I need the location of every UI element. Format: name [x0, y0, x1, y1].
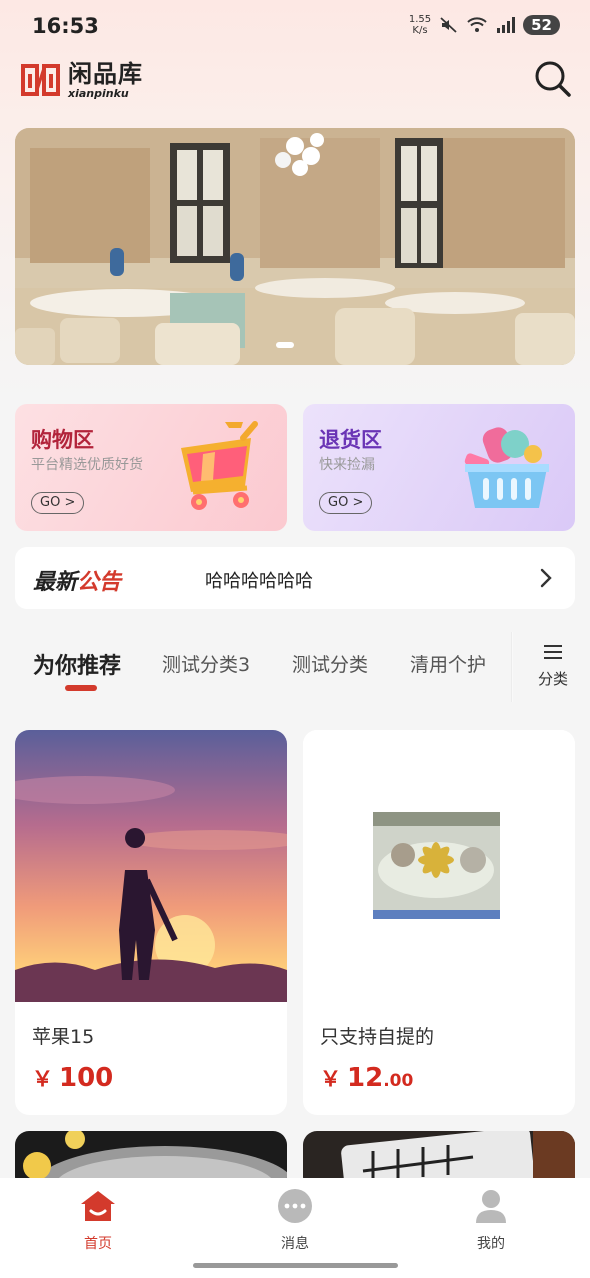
tab-recommended[interactable]: 为你推荐 — [33, 648, 121, 680]
announcement-bar[interactable]: 最新公告 哈哈哈哈哈哈 — [15, 547, 575, 609]
mute-icon — [440, 17, 457, 33]
announcement-title: 最新公告 — [33, 564, 121, 596]
chevron-right-icon — [540, 568, 552, 588]
banner-carousel[interactable] — [15, 128, 575, 365]
return-zone-card[interactable]: 退货区 快来捡漏 GO > — [303, 404, 575, 531]
category-menu-button[interactable]: 分类 — [527, 638, 579, 698]
shopping-zone-go-button[interactable]: GO > — [31, 492, 85, 514]
shopping-zone-subtitle: 平台精选优质好货 — [31, 457, 143, 473]
tab-test-category[interactable]: 测试分类 — [292, 650, 368, 677]
category-menu-label: 分类 — [537, 670, 568, 688]
nav-profile[interactable]: 我的 — [441, 1188, 541, 1253]
price-currency: ￥ — [32, 1067, 53, 1091]
home-icon — [81, 1191, 115, 1221]
nav-profile-label: 我的 — [477, 1236, 505, 1252]
product-price: ￥ 12.00 — [320, 1063, 413, 1093]
net-speed-value: 1.55 — [408, 14, 432, 25]
nav-home-label: 首页 — [84, 1236, 112, 1252]
tab-personal-care[interactable]: 清用个护 — [410, 650, 486, 677]
product-name: 只支持自提的 — [320, 1026, 435, 1048]
return-zone-subtitle: 快来捡漏 — [319, 457, 375, 473]
net-speed-unit: K/s — [412, 25, 428, 36]
product-price: ￥ 100 — [32, 1063, 113, 1093]
product-name: 苹果15 — [32, 1026, 95, 1048]
announcement-title-part1: 最新 — [33, 570, 78, 595]
status-icons: 1.55 K/s 52 — [409, 14, 560, 36]
logo-subtitle: xianpinku — [68, 86, 129, 100]
price-integer: 100 — [59, 1063, 114, 1093]
nav-home[interactable]: 首页 — [48, 1188, 148, 1253]
menu-icon — [544, 645, 562, 659]
announcement-title-part2: 公告 — [77, 570, 122, 595]
net-speed: 1.55 K/s — [409, 14, 431, 36]
nav-messages-label: 消息 — [281, 1236, 309, 1252]
user-icon — [476, 1190, 506, 1223]
app-logo: 闲品库 xianpinku — [20, 60, 143, 100]
product-image — [15, 730, 287, 1002]
shopping-cart-icon — [181, 421, 258, 510]
status-bar: 16:53 1.55 K/s 52 — [0, 0, 590, 56]
product-card[interactable]: 苹果15 ￥ 100 — [15, 730, 287, 1115]
cellular-signal-icon — [497, 17, 516, 33]
tabs-divider — [511, 632, 513, 702]
shopping-zone-card[interactable]: 购物区 平台精选优质好货 GO > — [15, 404, 287, 531]
message-icon — [278, 1189, 312, 1223]
home-indicator[interactable] — [193, 1263, 398, 1268]
product-image — [303, 730, 575, 1002]
price-integer: 12 — [347, 1063, 384, 1093]
active-tab-underline — [65, 685, 97, 691]
logo-mark-icon — [21, 64, 60, 96]
tab-test-category-3[interactable]: 测试分类3 — [162, 650, 250, 677]
carousel-indicator — [276, 342, 294, 348]
return-zone-title: 退货区 — [319, 428, 382, 452]
shopping-basket-icon — [464, 427, 549, 508]
return-zone-go-button[interactable]: GO > — [319, 492, 373, 514]
product-card[interactable]: 只支持自提的 ￥ 12.00 — [303, 730, 575, 1115]
search-icon[interactable] — [534, 60, 572, 98]
app-header: 闲品库 xianpinku — [0, 56, 590, 106]
announcement-text: 哈哈哈哈哈哈 — [205, 571, 313, 592]
category-tabs: 为你推荐 测试分类3 测试分类 清用个护 分类 — [0, 632, 590, 702]
status-time: 16:53 — [32, 14, 99, 38]
wifi-icon — [467, 17, 487, 32]
battery-indicator: 52 — [523, 15, 560, 35]
banner-image — [15, 128, 575, 365]
shopping-zone-title: 购物区 — [31, 428, 94, 452]
nav-messages[interactable]: 消息 — [245, 1188, 345, 1253]
logo-name: 闲品库 — [68, 59, 143, 88]
price-currency: ￥ — [320, 1067, 341, 1091]
price-decimal: .00 — [383, 1071, 414, 1091]
